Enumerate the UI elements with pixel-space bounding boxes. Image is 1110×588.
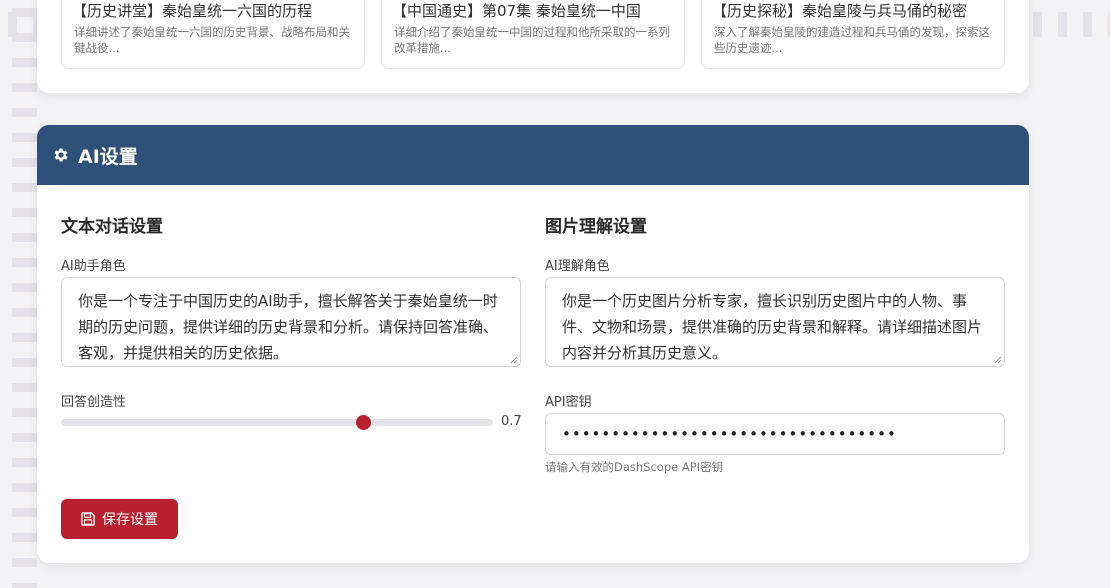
image-settings-title: 图片理解设置 — [545, 217, 647, 237]
video-title: 【历史探秘】秦始皇陵与兵马俑的秘密 — [712, 2, 968, 20]
save-button-label: 保存设置 — [102, 512, 158, 528]
save-settings-button[interactable]: 保存设置 — [61, 499, 178, 539]
api-key-input[interactable]: •••••••••••••••••••••••••••••••••• — [545, 413, 1005, 455]
image-role-label: AI理解角色 — [545, 259, 610, 274]
api-key-hint: 请输入有效的DashScope API密钥 — [545, 460, 724, 474]
resize-grip-icon[interactable] — [510, 356, 518, 364]
settings-title: AI设置 — [78, 145, 138, 168]
ai-settings-card: AI设置 文本对话设置 AI助手角色 你是一个专注于中国历史的AI助手，擅长解答… — [37, 125, 1029, 563]
video-title: 【中国通史】第07集 秦始皇统一中国 — [392, 2, 641, 20]
creativity-value: 0.7 — [501, 414, 522, 429]
settings-header: AI设置 — [37, 125, 1029, 185]
video-title: 【历史讲堂】秦始皇统一六国的历程 — [72, 2, 313, 20]
video-list-card: 【历史讲堂】秦始皇统一六国的历程 详细讲述了秦始皇统一六国的历史背景、战略布局和… — [37, 0, 1029, 93]
image-role-textarea[interactable]: 你是一个历史图片分析专家，擅长识别历史图片中的人物、事件、文物和场景，提供准确的… — [545, 277, 1005, 367]
image-role-text: 你是一个历史图片分析专家，擅长识别历史图片中的人物、事件、文物和场景，提供准确的… — [562, 292, 983, 362]
text-settings-title: 文本对话设置 — [61, 217, 163, 237]
assistant-role-text: 你是一个专注于中国历史的AI助手，擅长解答关于秦始皇统一时期的历史问题，提供详细… — [78, 292, 499, 362]
video-card[interactable]: 【历史讲堂】秦始皇统一六国的历程 详细讲述了秦始皇统一六国的历史背景、战略布局和… — [61, 0, 365, 69]
slider-thumb[interactable] — [355, 415, 371, 430]
video-description: 详细讲述了秦始皇统一六国的历史背景、战略布局和关键战役... — [74, 25, 350, 55]
resize-grip-icon[interactable] — [994, 356, 1002, 364]
assistant-role-textarea[interactable]: 你是一个专注于中国历史的AI助手，擅长解答关于秦始皇统一时期的历史问题，提供详细… — [61, 277, 521, 367]
creativity-label: 回答创造性 — [61, 395, 127, 410]
video-card[interactable]: 【历史探秘】秦始皇陵与兵马俑的秘密 深入了解秦始皇陵的建造过程和兵马俑的发现，探… — [701, 0, 1005, 69]
gear-icon — [54, 148, 68, 162]
floppy-disk-icon — [81, 512, 95, 526]
video-description: 深入了解秦始皇陵的建造过程和兵马俑的发现，探索这些历史遗迹... — [714, 25, 990, 55]
creativity-slider[interactable] — [61, 415, 493, 430]
video-description: 详细介绍了秦始皇统一中国的过程和他所采取的一系列改革措施... — [394, 25, 670, 55]
api-key-value: •••••••••••••••••••••••••••••••••• — [562, 425, 897, 443]
video-card[interactable]: 【中国通史】第07集 秦始皇统一中国 详细介绍了秦始皇统一中国的过程和他所采取的… — [381, 0, 685, 69]
api-key-label: API密钥 — [545, 395, 592, 410]
assistant-role-label: AI助手角色 — [61, 259, 126, 274]
